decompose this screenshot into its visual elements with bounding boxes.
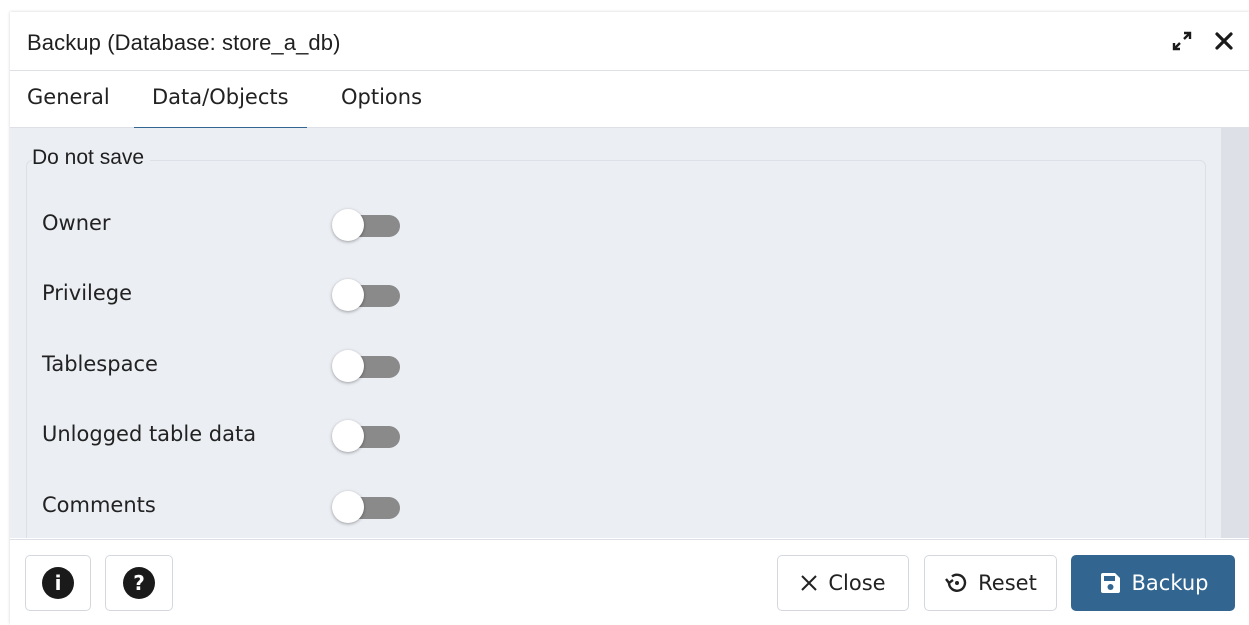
option-label: Tablespace	[42, 352, 158, 376]
backup-button[interactable]: Backup	[1071, 555, 1235, 611]
info-icon: i	[42, 567, 74, 599]
expand-icon[interactable]	[1169, 28, 1195, 54]
info-button[interactable]: i	[25, 555, 91, 611]
dialog-footer: i ? Close Reset Backup	[10, 539, 1249, 625]
dialog-title: Backup (Database: store_a_db)	[27, 30, 341, 55]
tab-data-objects[interactable]: Data/Objects	[134, 85, 307, 130]
toggle-knob	[332, 491, 364, 523]
close-icon[interactable]	[1211, 28, 1237, 54]
option-label: Owner	[42, 211, 111, 235]
help-icon: ?	[123, 567, 155, 599]
option-row-privilege: Privilege	[42, 273, 1142, 313]
dialog-titlebar[interactable]: Backup (Database: store_a_db)	[10, 12, 1249, 71]
option-row-comments: Comments	[42, 485, 1142, 525]
reset-icon	[945, 573, 967, 592]
option-label: Privilege	[42, 281, 133, 305]
titlebar-controls	[1169, 28, 1237, 54]
toggle-knob	[332, 209, 364, 241]
toggle-knob	[332, 279, 364, 311]
tab-general[interactable]: General	[27, 85, 110, 127]
tab-bar: General Data/Objects Options	[10, 71, 1249, 130]
vertical-scrollbar[interactable]	[1221, 128, 1249, 538]
option-label: Comments	[42, 493, 156, 517]
tab-options[interactable]: Options	[341, 85, 422, 127]
toggle-knob	[332, 350, 364, 382]
privilege-toggle[interactable]	[332, 279, 400, 311]
reset-button[interactable]: Reset	[924, 555, 1057, 611]
owner-toggle[interactable]	[332, 209, 400, 241]
close-x-icon	[801, 575, 818, 591]
unlogged-table-data-toggle[interactable]	[332, 420, 400, 452]
close-button[interactable]: Close	[777, 555, 909, 611]
option-row-unlogged-table-data: Unlogged table data	[42, 414, 1142, 454]
tablespace-toggle[interactable]	[332, 350, 400, 382]
reset-button-label: Reset	[978, 571, 1037, 595]
close-button-label: Close	[828, 571, 886, 595]
tab-content-panel: Do not save Owner Privilege Tablespace U…	[10, 128, 1249, 538]
option-row-tablespace: Tablespace	[42, 344, 1142, 384]
backup-button-label: Backup	[1131, 571, 1209, 595]
option-row-owner: Owner	[42, 203, 1142, 243]
option-label: Unlogged table data	[42, 422, 257, 446]
backup-dialog: Backup (Database: store_a_db) General Da…	[10, 12, 1249, 625]
toggle-knob	[332, 420, 364, 452]
fieldset-legend: Do not save	[32, 146, 151, 170]
comments-toggle[interactable]	[332, 491, 400, 523]
save-icon	[1100, 573, 1120, 593]
help-button[interactable]: ?	[105, 555, 173, 611]
